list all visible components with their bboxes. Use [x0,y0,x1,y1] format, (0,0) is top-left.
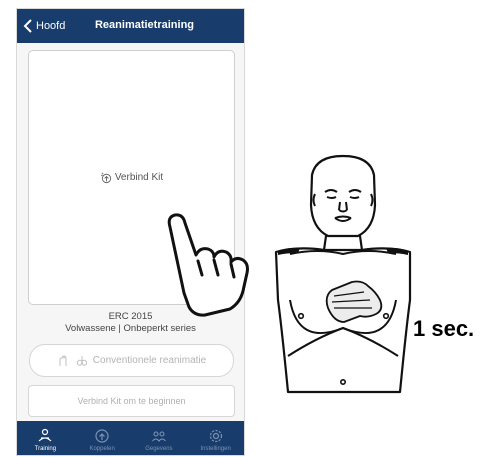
gear-icon [209,429,222,443]
connect-kit-button[interactable]: Verbind Kit [29,171,234,184]
koppelen-icon [95,429,109,443]
tab-label-instellingen: Instellingen [200,446,231,452]
header-bar: Hoofd Reanimatietraining [17,9,244,43]
tab-koppelen[interactable]: Koppelen [74,421,131,455]
tab-instellingen[interactable]: Instellingen [187,421,244,455]
compression-duration-label: 1 sec. [413,316,475,341]
start-button[interactable]: Verbind Kit om te beginnen [28,385,235,417]
tab-training[interactable]: Training [17,421,74,455]
tab-gegevens[interactable]: Gegevens [131,421,188,455]
cpr-manikin-illustration [274,154,412,394]
tab-label-koppelen: Koppelen [89,446,115,452]
tap-hand-icon [167,213,249,317]
hands-icon [59,354,67,366]
tab-label-gegevens: Gegevens [145,446,173,452]
tab-label-training: Training [34,446,57,452]
page-title: Reanimatietraining [94,19,195,31]
training-icon [38,428,52,442]
gegevens-icon [151,431,166,442]
protocol-details: Volwassene | Onbeperkt series [65,323,196,334]
connect-icon [100,172,111,184]
tab-bar: Training Koppelen Gegevens Instellingen [17,421,244,455]
connect-kit-label: Verbind Kit [114,172,164,183]
start-label: Verbind Kit om te beginnen [77,396,186,406]
mode-label: Conventionele reanimatie [92,355,207,366]
mode-button[interactable]: Conventionele reanimatie [29,344,234,377]
lungs-icon [76,355,87,366]
